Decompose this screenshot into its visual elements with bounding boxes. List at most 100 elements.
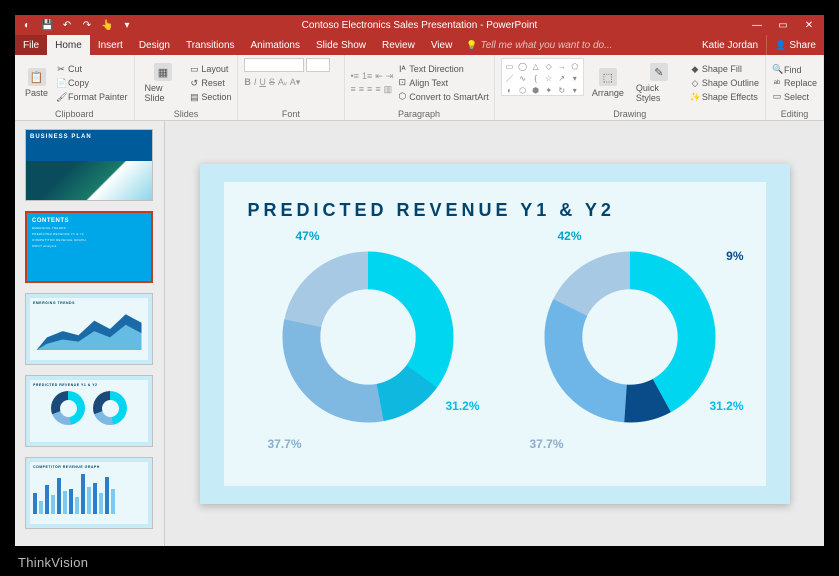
underline-button[interactable]: U (259, 77, 266, 88)
find-button[interactable]: 🔍Find (772, 63, 817, 76)
arrange-label: Arrange (592, 88, 624, 98)
tab-transitions[interactable]: Transitions (178, 35, 243, 55)
thumb-4-title: PREDICTED REVENUE Y1 & Y2 (33, 383, 145, 387)
slide[interactable]: PREDICTED REVENUE Y1 & Y2 47% 31.2% 37.7… (200, 164, 790, 504)
select-button[interactable]: ▭Select (772, 90, 817, 103)
align-left-button[interactable]: ≡ (351, 84, 356, 95)
align-center-button[interactable]: ≡ (359, 84, 364, 95)
ribbon: 📋Paste ✂Cut 📄Copy 🖌Format Painter Clipbo… (15, 55, 824, 121)
app-window: ◐ 💾 ↶ ↷ 👆 ▾ Contoso Electronics Sales Pr… (15, 15, 824, 546)
format-painter-button[interactable]: 🖌Format Painter (56, 91, 128, 104)
copy-button[interactable]: 📄Copy (56, 77, 128, 90)
group-label-clipboard: Clipboard (21, 109, 128, 119)
tab-slideshow[interactable]: Slide Show (308, 35, 374, 55)
tab-file[interactable]: File (15, 35, 47, 55)
new-slide-button[interactable]: ▦New Slide (141, 58, 186, 108)
slide-thumb-5[interactable]: COMPETITOR REVENUE GRAPH (25, 457, 153, 529)
autosave-icon[interactable]: ◐ (21, 20, 33, 31)
donut-y2-label-9: 9% (726, 249, 743, 263)
save-icon[interactable]: 💾 (41, 20, 53, 31)
columns-button[interactable]: ▥ (384, 84, 393, 95)
numbering-button[interactable]: 1≡ (362, 71, 372, 82)
thumb-2-line-4: SWOT analysis (32, 244, 146, 248)
text-direction-button[interactable]: IᴬText Direction (397, 63, 489, 75)
section-icon: ▤ (189, 92, 199, 103)
slide-thumb-1[interactable]: BUSINESS PLAN (25, 129, 153, 201)
new-slide-icon: ▦ (154, 63, 172, 81)
undo-icon[interactable]: ↶ (61, 20, 73, 31)
bold-button[interactable]: B (244, 77, 251, 88)
cut-button[interactable]: ✂Cut (56, 63, 128, 76)
tab-review[interactable]: Review (374, 35, 423, 55)
font-size-combo[interactable] (306, 58, 330, 72)
donut-chart-y2[interactable]: 42% 9% 31.2% 37.7% (510, 227, 742, 467)
paste-button[interactable]: 📋Paste (21, 58, 52, 108)
layout-button[interactable]: ▭Layout (189, 63, 231, 76)
smartart-button[interactable]: ⬡Convert to SmartArt (397, 90, 489, 103)
replace-button[interactable]: ᵃᵇReplace (772, 77, 817, 89)
shape-effects-button[interactable]: ✨Shape Effects (690, 91, 759, 104)
replace-label: Replace (784, 78, 817, 88)
touch-icon[interactable]: 👆 (101, 20, 113, 31)
slide-thumb-3[interactable]: EMERGING TRENDS (25, 293, 153, 365)
align-text-button[interactable]: ⊡Align Text (397, 76, 489, 89)
reset-button[interactable]: ↺Reset (189, 77, 231, 90)
ribbon-group-editing: 🔍Find ᵃᵇReplace ▭Select Editing (766, 55, 824, 120)
donut-y2-svg (542, 249, 718, 425)
quick-styles-button[interactable]: ✎Quick Styles (632, 58, 686, 108)
section-button[interactable]: ▤Section (189, 91, 231, 104)
thumb-1-title: BUSINESS PLAN (30, 134, 148, 140)
justify-button[interactable]: ≡ (375, 84, 380, 95)
clear-format-button[interactable]: Aᵥ (278, 77, 287, 88)
shape-effects-label: Shape Effects (702, 92, 758, 102)
find-label: Find (784, 65, 802, 75)
thumb-4-donuts (33, 391, 145, 425)
maximize-button[interactable]: ▭ (776, 20, 790, 31)
minimize-button[interactable]: — (750, 20, 764, 31)
window-title: Contoso Electronics Sales Presentation -… (302, 20, 538, 31)
find-icon: 🔍 (772, 64, 782, 75)
layout-label: Layout (201, 64, 228, 74)
qat-dropdown-icon[interactable]: ▾ (121, 20, 133, 31)
indent-increase-button[interactable]: ⇥ (386, 71, 394, 82)
user-name[interactable]: Katie Jordan (694, 35, 766, 55)
text-direction-icon: Iᴬ (397, 64, 407, 74)
reset-label: Reset (201, 78, 225, 88)
donut-y1-label-47: 47% (296, 229, 320, 243)
tab-insert[interactable]: Insert (90, 35, 131, 55)
slide-thumbnail-panel[interactable]: BUSINESS PLAN CONTENTS EMERGING TRENDS P… (15, 121, 165, 546)
donut-chart-y1[interactable]: 47% 31.2% 37.7% (248, 227, 480, 467)
shapes-gallery[interactable]: ▭◯△◇→⬠ ／∿{☆↗▾ ◐⬡⬢✦↻▾ (501, 58, 584, 96)
align-text-label: Align Text (409, 78, 448, 88)
tell-me-search[interactable]: Tell me what you want to do... (466, 35, 612, 55)
work-area: BUSINESS PLAN CONTENTS EMERGING TRENDS P… (15, 121, 824, 546)
align-right-button[interactable]: ≡ (367, 84, 372, 95)
strike-button[interactable]: S (269, 77, 275, 88)
slide-thumb-2[interactable]: CONTENTS EMERGING TRENDS PREDICTED REVEN… (25, 211, 153, 283)
thumb-2-line-2: PREDICTED REVENUE Y1 & Y2 (32, 232, 146, 236)
bullets-button[interactable]: •≡ (351, 71, 359, 82)
cut-label: Cut (68, 64, 82, 74)
italic-button[interactable]: I (254, 77, 257, 88)
indent-decrease-button[interactable]: ⇤ (375, 71, 383, 82)
donut-y1-svg (280, 249, 456, 425)
slide-canvas[interactable]: PREDICTED REVENUE Y1 & Y2 47% 31.2% 37.7… (165, 121, 824, 546)
font-family-combo[interactable] (244, 58, 304, 72)
slide-title[interactable]: PREDICTED REVENUE Y1 & Y2 (248, 200, 742, 221)
share-button[interactable]: Share (766, 35, 824, 55)
font-color-button[interactable]: A▾ (290, 77, 301, 88)
thumb-5-bar-chart (33, 472, 145, 514)
tab-home[interactable]: Home (47, 35, 90, 55)
close-button[interactable]: ✕ (802, 20, 816, 31)
tab-view[interactable]: View (423, 35, 461, 55)
tab-animations[interactable]: Animations (243, 35, 308, 55)
group-label-editing: Editing (772, 109, 817, 119)
arrange-button[interactable]: ⬚Arrange (588, 58, 628, 108)
shape-fill-button[interactable]: ◆Shape Fill (690, 63, 759, 76)
redo-icon[interactable]: ↷ (81, 20, 93, 31)
shape-outline-label: Shape Outline (702, 78, 759, 88)
shape-outline-button[interactable]: ◇Shape Outline (690, 77, 759, 90)
thumb-2-line-3: COMPETITOR REVENUE GRAPH (32, 238, 146, 242)
slide-thumb-4[interactable]: PREDICTED REVENUE Y1 & Y2 (25, 375, 153, 447)
tab-design[interactable]: Design (131, 35, 178, 55)
